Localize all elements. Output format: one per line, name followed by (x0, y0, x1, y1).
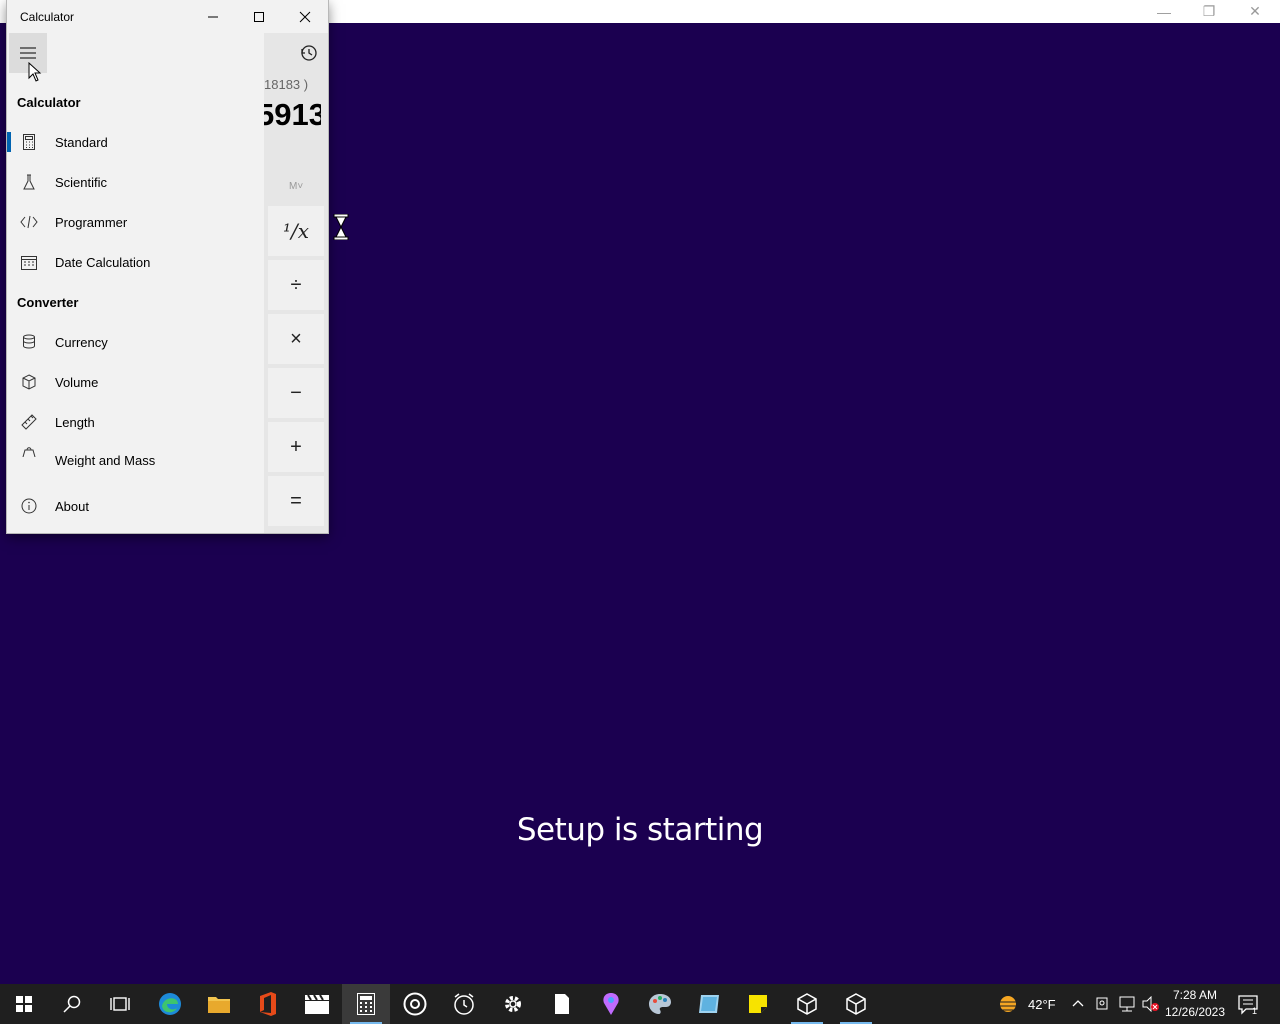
weather-icon[interactable] (996, 993, 1020, 1015)
close-button[interactable] (282, 0, 328, 33)
calculator-titlebar[interactable]: Calculator (7, 0, 328, 33)
office-icon (260, 992, 276, 1016)
nav-item-label: About (55, 498, 89, 514)
mouse-cursor-icon (28, 62, 42, 82)
3d-cube-icon (797, 993, 817, 1015)
nav-item-label: Volume (55, 374, 99, 390)
calculator-window: Calculator 18183 ) 5913 M˅ ¹/x ÷ × − + = (7, 0, 328, 533)
taskbar-3d-viewer-1[interactable] (783, 984, 831, 1024)
window-title: Calculator (20, 10, 75, 24)
add-button[interactable]: + (268, 422, 324, 472)
task-view-icon (110, 997, 130, 1011)
gear-icon (505, 996, 521, 1012)
taskbar-sticky-notes[interactable] (734, 984, 782, 1024)
nav-item-label: Scientific (55, 174, 108, 190)
search-icon (63, 995, 81, 1013)
map-pin-icon (603, 993, 619, 1015)
nav-item-weight-and-mass[interactable]: Weight and Mass (9, 443, 259, 481)
nav-item-date-calculation[interactable]: Date Calculation (9, 243, 259, 281)
result-display: 5913 (257, 97, 321, 132)
info-icon (9, 498, 49, 514)
taskbar-settings[interactable] (489, 984, 537, 1024)
flask-icon (9, 174, 49, 190)
nav-item-label: Currency (55, 334, 108, 350)
edge-icon (159, 993, 181, 1015)
setup-restore-button[interactable]: ❐ (1186, 0, 1232, 23)
hourglass-icon (333, 214, 349, 240)
chevron-up-icon[interactable] (1072, 998, 1084, 1008)
disc-icon (403, 992, 427, 1016)
nav-item-label: Date Calculation (55, 254, 151, 270)
ruler-icon (9, 414, 49, 430)
nav-item-volume[interactable]: Volume (9, 363, 259, 401)
taskbar-file-explorer[interactable] (195, 984, 243, 1024)
nav-item-label: Programmer (55, 214, 128, 230)
nav-item-label: Standard (55, 134, 108, 150)
notification-count: 1 (1252, 1006, 1258, 1016)
taskbar-3d-viewer-2[interactable] (832, 984, 880, 1024)
taskbar-office[interactable] (244, 984, 292, 1024)
calculator-icon (9, 134, 49, 150)
alarm-clock-icon (454, 993, 474, 1015)
palette-icon (649, 994, 671, 1014)
nav-item-label: Length (55, 414, 95, 430)
calculator-icon (357, 993, 375, 1015)
snip-icon (699, 995, 719, 1013)
section-calculator-header: Calculator (17, 95, 81, 110)
taskbar-notepad[interactable] (538, 984, 586, 1024)
setup-minimize-button[interactable]: — (1141, 0, 1187, 23)
nav-item-about[interactable]: About (9, 487, 259, 525)
multiply-button[interactable]: × (268, 314, 324, 364)
subtract-button[interactable]: − (268, 368, 324, 418)
minimize-button[interactable] (190, 0, 236, 33)
setup-close-button[interactable]: ✕ (1232, 0, 1278, 23)
taskbar-groove[interactable] (391, 984, 439, 1024)
volume-muted-icon[interactable] (1142, 996, 1160, 1012)
code-icon (9, 215, 49, 229)
taskbar-snipping[interactable] (685, 984, 733, 1024)
nav-item-standard[interactable]: Standard (9, 123, 259, 161)
nav-item-label: Weight and Mass (55, 453, 156, 467)
reciprocal-button[interactable]: ¹/x (268, 206, 324, 256)
nav-item-currency[interactable]: Currency (9, 323, 259, 361)
taskbar-alarms[interactable] (440, 984, 488, 1024)
search-button[interactable] (48, 984, 96, 1024)
expression-display: 18183 ) (264, 77, 309, 92)
setup-status-text: Setup is starting (516, 812, 764, 848)
navigation-pane: Calculator Standard Scientific Programme… (7, 33, 264, 533)
clock-time[interactable]: 7:28 AM (1166, 988, 1224, 1002)
meet-now-icon[interactable] (1096, 996, 1110, 1012)
taskbar-edge[interactable] (146, 984, 194, 1024)
coins-icon (9, 334, 49, 350)
task-view-button[interactable] (96, 984, 144, 1024)
equals-button[interactable]: = (268, 476, 324, 526)
taskbar-maps[interactable] (587, 984, 635, 1024)
3d-cube-icon (846, 993, 866, 1015)
section-converter-header: Converter (17, 295, 79, 310)
taskbar-video-editor[interactable] (293, 984, 341, 1024)
hamburger-icon (20, 47, 36, 59)
taskbar: 42°F 7:28 AM 12/26/2023 1 (0, 984, 1280, 1024)
weight-icon (9, 439, 49, 485)
memory-button[interactable]: M˅ (289, 181, 303, 192)
nav-item-programmer[interactable]: Programmer (9, 203, 259, 241)
folder-icon (208, 997, 230, 1013)
taskbar-calculator[interactable] (342, 984, 390, 1024)
start-button[interactable] (0, 984, 48, 1024)
calendar-icon (9, 254, 49, 270)
sticky-note-icon (749, 995, 767, 1013)
maximize-button[interactable] (236, 0, 282, 33)
cube-icon (9, 374, 49, 390)
document-icon (555, 994, 569, 1014)
windows-icon (16, 996, 32, 1012)
weather-temperature[interactable]: 42°F (1028, 997, 1056, 1012)
clock-date[interactable]: 12/26/2023 (1162, 1005, 1228, 1019)
taskbar-paint[interactable] (636, 984, 684, 1024)
nav-item-length[interactable]: Length (9, 403, 259, 441)
network-icon[interactable] (1118, 996, 1136, 1012)
clapperboard-icon (305, 994, 329, 1014)
history-icon[interactable] (299, 43, 319, 63)
divide-button[interactable]: ÷ (268, 260, 324, 310)
nav-item-scientific[interactable]: Scientific (9, 163, 259, 201)
